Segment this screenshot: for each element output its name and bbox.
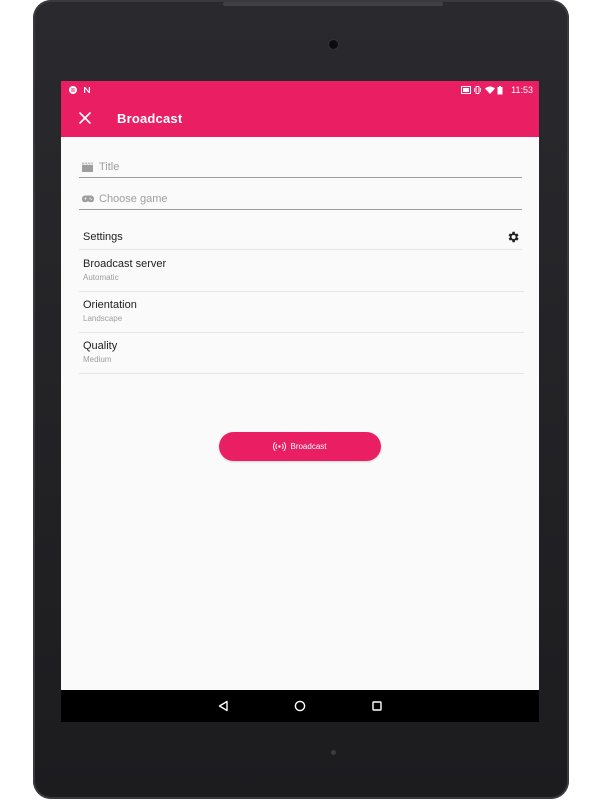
app-bar: Broadcast: [61, 99, 539, 137]
close-icon: [79, 112, 91, 124]
tablet-top-edge: [223, 2, 443, 6]
n-notification-icon: [83, 86, 91, 94]
pref-orientation[interactable]: Orientation Landscape: [79, 292, 524, 333]
home-button[interactable]: [293, 699, 307, 713]
gamepad-icon: [82, 194, 94, 204]
home-icon: [294, 700, 306, 712]
status-time: 11:53: [511, 85, 533, 95]
battery-icon: [497, 86, 505, 95]
pref-title: Orientation: [83, 299, 137, 311]
recents-icon: [372, 701, 382, 711]
front-camera: [329, 40, 338, 49]
page-title: Broadcast: [117, 110, 183, 126]
close-button[interactable]: [75, 108, 95, 128]
settings-label: Settings: [83, 231, 123, 243]
status-bar: 11:53: [61, 81, 539, 99]
tablet-bottom-dot: [331, 750, 336, 755]
pref-title: Broadcast server: [83, 258, 167, 270]
wifi-icon: [485, 86, 496, 94]
pref-value: Medium: [83, 355, 112, 364]
navigation-bar: [61, 690, 539, 722]
title-field[interactable]: [79, 157, 522, 178]
pref-quality[interactable]: Quality Medium: [79, 333, 524, 374]
cast-icon: [461, 86, 472, 94]
app-screen: 11:53 Broadcast Settings Broadcast serve…: [61, 81, 539, 722]
pref-title: Quality: [83, 340, 118, 352]
broadcast-icon: [273, 441, 287, 452]
broadcast-button-label: Broadcast: [290, 442, 327, 451]
settings-header: Settings: [79, 225, 522, 250]
broadcast-button[interactable]: Broadcast: [219, 432, 381, 461]
pref-value: Automatic: [83, 273, 119, 282]
clapperboard-icon: [82, 162, 94, 172]
vibrate-icon: [473, 86, 482, 94]
gear-icon[interactable]: [506, 230, 520, 244]
back-icon: [218, 700, 228, 712]
choose-game-field[interactable]: [79, 189, 522, 210]
pref-broadcast-server[interactable]: Broadcast server Automatic: [79, 251, 524, 292]
recents-button[interactable]: [370, 699, 384, 713]
choose-game-input[interactable]: [99, 193, 499, 205]
pause-circle-icon: [69, 86, 77, 94]
back-button[interactable]: [216, 699, 230, 713]
pref-value: Landscape: [83, 314, 123, 323]
title-input[interactable]: [99, 161, 499, 173]
